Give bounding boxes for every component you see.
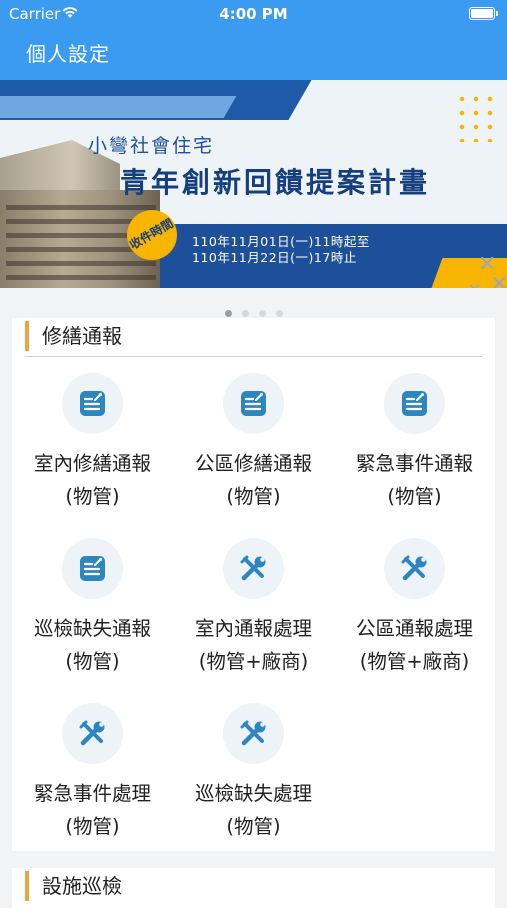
page-dot[interactable] bbox=[275, 310, 283, 317]
tile-label-line1: 室內修繕通報 bbox=[33, 452, 151, 475]
tile-label: 緊急事件處理 (物管) bbox=[12, 777, 173, 843]
page-dot[interactable] bbox=[258, 310, 266, 317]
tile-label-line1: 巡檢缺失處理 bbox=[194, 782, 312, 805]
page-dot[interactable] bbox=[241, 310, 249, 317]
tile-label-line1: 緊急事件通報 bbox=[355, 452, 473, 475]
tile-indoor-report-handling[interactable]: 室內通報處理 (物管+廠商) bbox=[173, 538, 334, 688]
tile-label-line2: (物管+廠商) bbox=[359, 650, 470, 673]
tools-icon bbox=[62, 703, 123, 764]
tile-indoor-repair-report[interactable]: 室內修繕通報 (物管) bbox=[12, 373, 173, 523]
promo-banner[interactable]: ✕ ✕ ✕ 小彎社會住宅 青年創新回饋提案計畫 收件時間 110年11月01日(… bbox=[0, 80, 507, 288]
divider bbox=[25, 356, 482, 357]
report-icon bbox=[384, 373, 445, 434]
tile-public-report-handling[interactable]: 公區通報處理 (物管+廠商) bbox=[334, 538, 495, 688]
tile-label: 室內修繕通報 (物管) bbox=[12, 447, 173, 513]
banner-page-indicator[interactable] bbox=[0, 302, 507, 317]
tile-inspection-defect-report[interactable]: 巡檢缺失通報 (物管) bbox=[12, 538, 173, 688]
tile-label-line1: 室內通報處理 bbox=[194, 617, 312, 640]
tile-label-line2: (物管) bbox=[65, 815, 120, 838]
tools-icon bbox=[223, 538, 284, 599]
tile-label-line2: (物管) bbox=[65, 650, 120, 673]
tile-label: 公區修繕通報 (物管) bbox=[173, 447, 334, 513]
tools-icon bbox=[223, 703, 284, 764]
banner-title: 青年創新回饋提案計畫 bbox=[120, 166, 431, 199]
tools-icon bbox=[384, 538, 445, 599]
tile-public-repair-report[interactable]: 公區修繕通報 (物管) bbox=[173, 373, 334, 523]
clock: 4:00 PM bbox=[219, 5, 288, 23]
cross-decoration: ✕ bbox=[468, 280, 481, 288]
banner-subtitle: 小彎社會住宅 bbox=[88, 135, 215, 157]
report-icon bbox=[62, 373, 123, 434]
tile-label: 室內通報處理 (物管+廠商) bbox=[173, 612, 334, 678]
tile-emergency-handling[interactable]: 緊急事件處理 (物管) bbox=[12, 703, 173, 853]
tile-label-line1: 公區修繕通報 bbox=[194, 452, 312, 475]
tile-label-line2: (物管) bbox=[387, 485, 442, 508]
report-icon bbox=[62, 538, 123, 599]
cross-decoration: ✕ bbox=[490, 272, 507, 288]
tile-label-line1: 緊急事件處理 bbox=[33, 782, 151, 805]
tile-label: 公區通報處理 (物管+廠商) bbox=[334, 612, 495, 678]
section-title: 設施巡檢 bbox=[25, 871, 122, 901]
repair-report-section: 修繕通報 室內修繕通報 (物管) 公區修繕通報 (物管) 緊急事件通報 (物管) bbox=[12, 318, 495, 851]
tile-label-line1: 公區通報處理 bbox=[355, 617, 473, 640]
tile-emergency-report[interactable]: 緊急事件通報 (物管) bbox=[334, 373, 495, 523]
tile-label-line2: (物管) bbox=[226, 815, 281, 838]
tile-label: 巡檢缺失處理 (物管) bbox=[173, 777, 334, 843]
banner-date-end: 110年11月22日(一)17時止 bbox=[192, 250, 357, 265]
tile-label-line1: 巡檢缺失通報 bbox=[33, 617, 151, 640]
navigation-bar: Carrier 4:00 PM 個人設定 bbox=[0, 0, 507, 80]
tile-label-line2: (物管+廠商) bbox=[198, 650, 309, 673]
tile-label: 緊急事件通報 (物管) bbox=[334, 447, 495, 513]
banner-stripe bbox=[0, 96, 237, 118]
dots-decoration bbox=[455, 92, 499, 142]
tile-label: 巡檢缺失通報 (物管) bbox=[12, 612, 173, 678]
report-icon bbox=[223, 373, 284, 434]
section-title: 修繕通報 bbox=[25, 321, 122, 351]
tile-inspection-defect-handling[interactable]: 巡檢缺失處理 (物管) bbox=[173, 703, 334, 853]
facility-inspection-section: 設施巡檢 bbox=[12, 868, 495, 908]
battery-icon bbox=[469, 7, 498, 20]
page-title: 個人設定 bbox=[26, 42, 110, 66]
tile-label-line2: (物管) bbox=[226, 485, 281, 508]
status-bar: Carrier 4:00 PM bbox=[0, 0, 507, 28]
tile-label-line2: (物管) bbox=[65, 485, 120, 508]
page-dot[interactable] bbox=[224, 310, 232, 317]
